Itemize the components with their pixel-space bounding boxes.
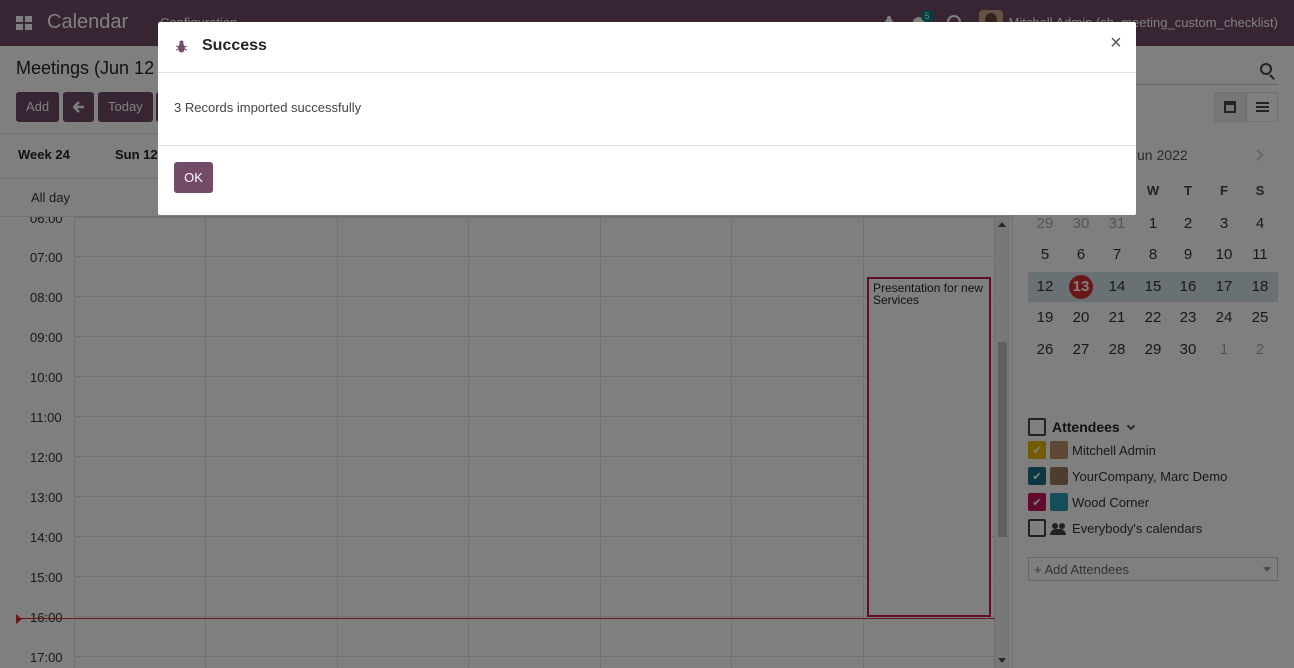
success-dialog: Success × 3 Records imported successfull… xyxy=(158,22,1136,215)
dialog-body: 3 Records imported successfully xyxy=(158,73,1136,146)
close-icon[interactable]: × xyxy=(1110,33,1122,53)
dialog-title: Success xyxy=(202,37,267,54)
debug-bug-icon xyxy=(176,40,187,53)
dialog-message: 3 Records imported successfully xyxy=(174,100,362,115)
ok-button[interactable]: OK xyxy=(174,162,213,193)
dialog-header: Success × xyxy=(158,22,1136,73)
